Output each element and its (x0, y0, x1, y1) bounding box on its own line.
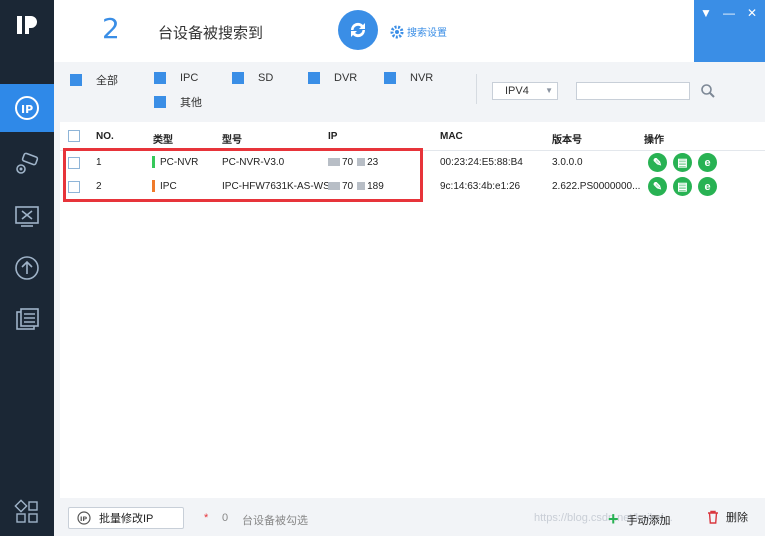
highlight-box (63, 148, 423, 202)
filter-other-checkbox[interactable] (154, 96, 166, 108)
column-header: MAC (440, 131, 463, 142)
device-info-icon[interactable]: ▤ (673, 153, 692, 172)
ip-version-select[interactable]: IPV4 ▼ (492, 82, 558, 100)
filter-label: 全部 (96, 75, 118, 87)
sidebar-item-docs[interactable] (0, 296, 54, 344)
manual-add-label: 手动添加 (626, 514, 671, 527)
row-version: 3.0.0.0 (552, 157, 583, 168)
minimize-icon[interactable]: — (721, 5, 737, 21)
filter-label: IPC (180, 72, 199, 84)
gear-icon (390, 25, 404, 38)
camera-settings-icon (13, 150, 41, 178)
table-header: NO. 类型 型号 IP MAC 版本号 操作 (60, 122, 765, 151)
row-mac: 00:23:24:E5:88:B4 (440, 157, 523, 168)
selected-count: 0 (222, 512, 229, 524)
bottom-bar: IP 批量修改IP * 0 台设备被勾选 https://blog.csdn.n… (54, 498, 765, 536)
header: 2 台设备被搜索到 搜索设置 ▼ — ✕ (54, 0, 765, 62)
document-list-icon (13, 306, 41, 334)
sidebar-item-ip[interactable]: IP (0, 84, 54, 132)
edit-icon[interactable]: ✎ (648, 177, 667, 196)
delete-label: 删除 (726, 512, 748, 524)
column-header: NO. (96, 131, 114, 142)
edit-icon[interactable]: ✎ (648, 153, 667, 172)
batch-modify-ip-label: 批量修改IP (99, 513, 154, 525)
search-input[interactable] (576, 82, 690, 100)
apps-grid-icon (13, 498, 41, 526)
filter-ipc-checkbox[interactable] (154, 72, 166, 84)
sidebar-item-apps[interactable] (0, 488, 54, 536)
refresh-search-button[interactable] (338, 10, 378, 50)
search-settings-label: 搜索设置 (407, 28, 447, 39)
device-count-label: 台设备被搜索到 (158, 25, 264, 42)
filter-label: DVR (334, 72, 358, 84)
tools-icon (13, 202, 41, 230)
chevron-down-icon: ▼ (545, 86, 553, 95)
app-logo (12, 10, 42, 40)
selected-label: 台设备被勾选 (242, 515, 308, 527)
plus-icon: + (608, 509, 619, 529)
web-browser-icon[interactable]: e (698, 153, 717, 172)
filter-nvr-checkbox[interactable] (384, 72, 396, 84)
filter-label: SD (258, 72, 274, 84)
filter-sd[interactable]: SD (232, 72, 273, 84)
column-header: 型号 (222, 135, 242, 146)
menu-dropdown-icon[interactable]: ▼ (698, 5, 714, 21)
filter-other[interactable]: 其他 (154, 94, 202, 110)
close-icon[interactable]: ✕ (744, 5, 760, 21)
filter-ipc[interactable]: IPC (154, 72, 198, 84)
svg-text:IP: IP (80, 515, 87, 523)
column-header: 类型 (153, 135, 173, 146)
filter-nvr[interactable]: NVR (384, 72, 433, 84)
column-header: 操作 (644, 135, 664, 146)
row-version: 2.622.PS0000000... (552, 181, 641, 192)
filter-label: NVR (410, 72, 434, 84)
filter-dvr[interactable]: DVR (308, 72, 357, 84)
filter-bar: 全部 IPC SD DVR NVR 其他 IPV4 ▼ (54, 62, 765, 120)
search-icon[interactable] (700, 83, 716, 99)
divider (476, 74, 477, 104)
required-star: * (204, 512, 209, 524)
filter-sd-checkbox[interactable] (232, 72, 244, 84)
window-controls: ▼ — ✕ (694, 0, 765, 62)
column-header: 版本号 (552, 135, 582, 146)
delete-button[interactable]: 删除 (706, 509, 748, 525)
svg-text:IP: IP (21, 103, 33, 116)
web-browser-icon[interactable]: e (698, 177, 717, 196)
ip-icon: IP (77, 511, 91, 525)
filter-all[interactable]: 全部 (70, 72, 118, 88)
manual-add-button[interactable]: + 手动添加 (608, 509, 671, 530)
search-settings-link[interactable]: 搜索设置 (390, 24, 447, 39)
filter-all-checkbox[interactable] (70, 74, 82, 86)
column-header: IP (328, 131, 338, 142)
batch-modify-ip-button[interactable]: IP 批量修改IP (68, 507, 184, 529)
select-all-checkbox[interactable] (68, 130, 80, 142)
device-info-icon[interactable]: ▤ (673, 177, 692, 196)
sidebar-item-tools[interactable] (0, 192, 54, 240)
row-mac: 9c:14:63:4b:e1:26 (440, 181, 521, 192)
ip-icon: IP (13, 94, 41, 122)
refresh-icon (350, 22, 366, 38)
sidebar-item-camera[interactable] (0, 140, 54, 188)
ip-version-value: IPV4 (505, 85, 529, 97)
trash-icon (708, 510, 718, 524)
device-count: 2 (102, 12, 120, 45)
filter-dvr-checkbox[interactable] (308, 72, 320, 84)
filter-label: 其他 (180, 97, 202, 109)
sidebar: IP (0, 0, 54, 536)
sidebar-item-upgrade[interactable] (0, 244, 54, 292)
upgrade-icon (13, 254, 41, 282)
